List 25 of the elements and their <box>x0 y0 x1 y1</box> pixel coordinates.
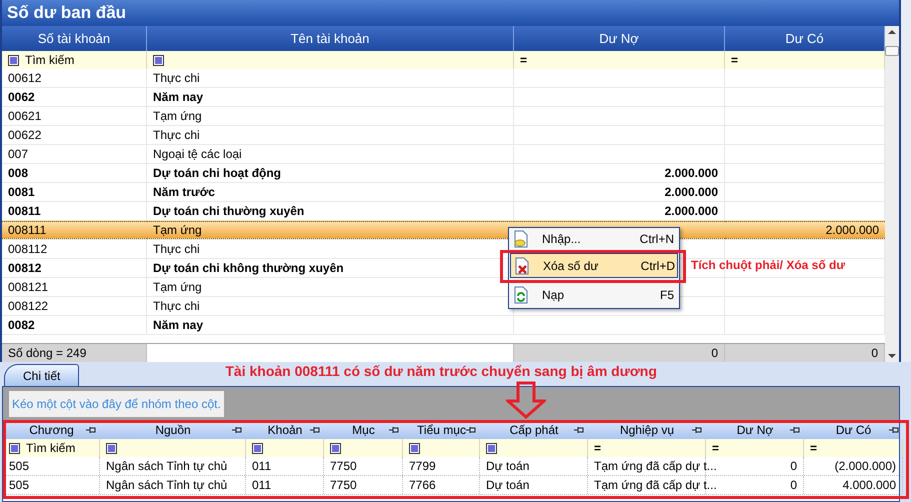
table-cell-text: 0 <box>790 458 797 475</box>
table-cell-text: 7799 <box>409 458 436 475</box>
table-cell-text: Dự toán <box>486 458 530 475</box>
table-cell-text: 011 <box>252 458 272 475</box>
row-count: Số dòng = 249 <box>8 345 86 362</box>
table-cell-text: Ngân sách Tỉnh tự chủ <box>106 458 228 475</box>
table-cell-text: 505 <box>9 458 30 475</box>
table-cell-text: 7750 <box>330 458 357 475</box>
table-cell-text: Dự toán <box>486 477 530 494</box>
annotation-text: Tài khoản 008111 có số dư năm trước chuyển sang bị âm dương <box>225 362 657 381</box>
table-cell-text: (2.000.000) <box>834 458 896 475</box>
table-cell-text: 7766 <box>409 477 436 494</box>
table-cell-text: Tạm ứng đã cấp dự t... <box>594 458 717 475</box>
table-cell-text: 7750 <box>330 477 357 494</box>
table-cell-text: 505 <box>9 477 30 494</box>
table-cell-text: Ngân sách Tỉnh tự chủ <box>106 477 228 494</box>
group-by-hint: Kéo một cột vào đây để nhóm theo cột. <box>9 391 224 417</box>
table-cell-text: 0 <box>790 477 797 494</box>
window-title: Số dư ban đầu <box>2 0 899 26</box>
footer-total: 0 <box>711 345 718 362</box>
table-cell-text: Tạm ứng đã cấp dự t... <box>594 477 717 494</box>
table-cell-text: 4.000.000 <box>842 477 896 494</box>
table-cell-text: 011 <box>252 477 272 494</box>
footer-total: 0 <box>871 345 878 362</box>
annotation-text: Tích chuột phải/ Xóa số dư <box>691 257 846 274</box>
